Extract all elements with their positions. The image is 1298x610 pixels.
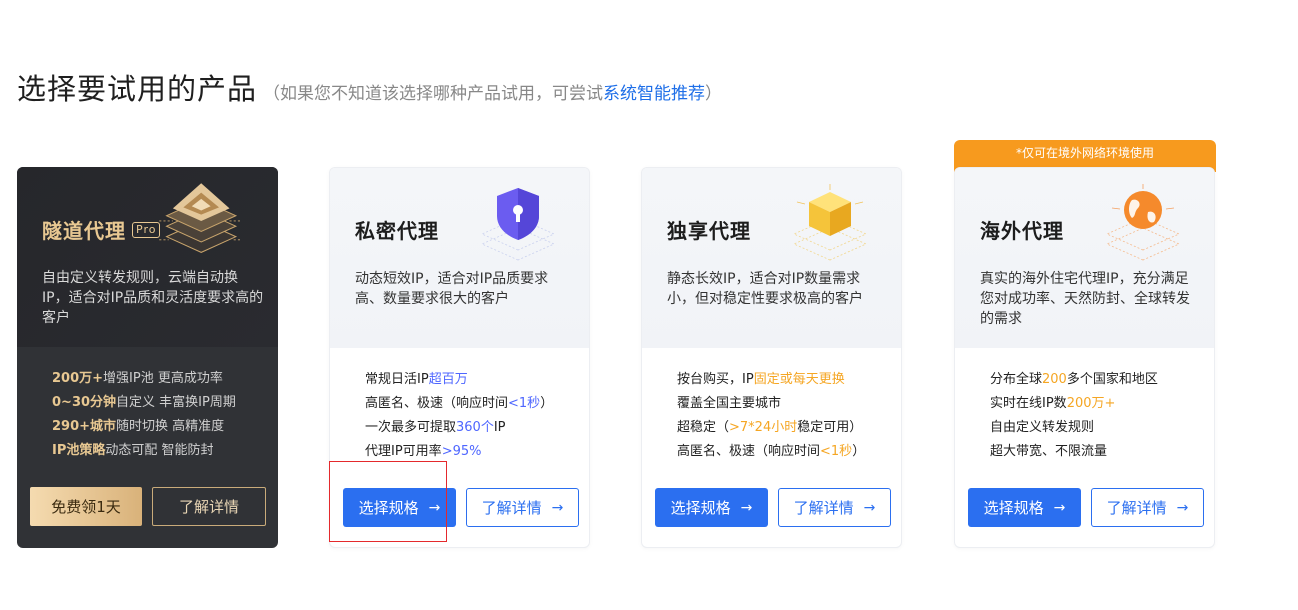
learn-more-button[interactable]: 了解详情 → bbox=[1091, 488, 1204, 527]
arrow-right-icon: → bbox=[863, 499, 876, 516]
card-header: 独享代理 静态长效IP，适合对IP数量需求小，但对稳定性要求极高的客户 bbox=[642, 168, 901, 348]
learn-more-button[interactable]: 了解详情 → bbox=[778, 488, 891, 527]
page-subtitle: （如果您不知道该选择哪种产品试用，可尝试系统智能推荐） bbox=[263, 84, 723, 104]
arrow-right-icon: → bbox=[428, 499, 441, 516]
feature-item: 覆盖全国主要城市 bbox=[677, 396, 782, 411]
arrow-right-icon: → bbox=[1053, 499, 1066, 516]
product-name: 海外代理 bbox=[980, 219, 1064, 243]
product-card-tunnel: 隧道代理 Pro 自由定义转发规则，云端自动换IP，适合对IP品质和灵活度要求高… bbox=[17, 167, 278, 548]
free-trial-button[interactable]: 免费领1天 bbox=[30, 487, 142, 526]
feature-item: 一次最多可提取360个IP bbox=[365, 420, 506, 435]
product-card-exclusive: 独享代理 静态长效IP，适合对IP数量需求小，但对稳定性要求极高的客户 按台购买… bbox=[641, 167, 902, 548]
feature-list: 200万+增强IP池 更高成功率 0~30分钟自定义 丰富换IP周期 290+城… bbox=[52, 367, 236, 463]
feature-item: 290+城市随时切换 高精准度 bbox=[52, 419, 225, 434]
cube-illustration-icon bbox=[793, 184, 867, 261]
learn-more-button[interactable]: 了解详情 → bbox=[466, 488, 579, 527]
feature-item: 0~30分钟自定义 丰富换IP周期 bbox=[52, 395, 236, 410]
feature-item: 按台购买，IP固定或每天更换 bbox=[677, 372, 845, 387]
feature-item: 实时在线IP数200万+ bbox=[990, 396, 1116, 411]
product-desc: 真实的海外住宅代理IP，充分满足您对成功率、天然防封、全球转发的需求 bbox=[980, 271, 1190, 327]
select-spec-button[interactable]: 选择规格 → bbox=[343, 488, 456, 527]
select-spec-button[interactable]: 选择规格 → bbox=[655, 488, 768, 527]
product-card-overseas: 海外代理 真实的海外住宅代理IP，充分满足您对成功率、天然防封、全球转发的需求 … bbox=[954, 167, 1215, 548]
page-title: 选择要试用的产品 bbox=[17, 72, 258, 106]
feature-list: 分布全球200多个国家和地区 实时在线IP数200万+ 自由定义转发规则 超大带… bbox=[990, 368, 1158, 464]
feature-item: 代理IP可用率>95% bbox=[365, 444, 482, 459]
arrow-right-icon: → bbox=[551, 499, 564, 516]
product-desc: 动态短效IP，适合对IP品质要求高、数量要求很大的客户 bbox=[355, 271, 549, 307]
smart-recommend-link[interactable]: 系统智能推荐 bbox=[603, 84, 705, 104]
card-header: 隧道代理 Pro 自由定义转发规则，云端自动换IP，适合对IP品质和灵活度要求高… bbox=[17, 167, 278, 347]
chip-illustration-icon bbox=[159, 183, 240, 253]
learn-more-button[interactable]: 了解详情 bbox=[152, 487, 266, 526]
globe-illustration-icon bbox=[1106, 184, 1180, 261]
product-card-private: 私密代理 动态短效IP，适合对IP品质要求高、数量要求很大的客户 常规日活IP超… bbox=[329, 167, 590, 548]
feature-item: 分布全球200多个国家和地区 bbox=[990, 372, 1158, 387]
product-name: 隧道代理 Pro bbox=[42, 215, 161, 244]
arrow-right-icon: → bbox=[740, 499, 753, 516]
product-desc: 自由定义转发规则，云端自动换IP，适合对IP品质和灵活度要求高的客户 bbox=[42, 270, 264, 326]
feature-item: 200万+增强IP池 更高成功率 bbox=[52, 371, 223, 386]
product-name: 私密代理 bbox=[355, 219, 439, 243]
feature-item: 高匿名、极速（响应时间<1秒） bbox=[365, 396, 554, 411]
feature-item: 超稳定（>7*24小时稳定可用） bbox=[677, 420, 863, 435]
feature-list: 常规日活IP超百万 高匿名、极速（响应时间<1秒） 一次最多可提取360个IP … bbox=[365, 368, 553, 464]
product-desc: 静态长效IP，适合对IP数量需求小，但对稳定性要求极高的客户 bbox=[667, 271, 863, 307]
arrow-right-icon: → bbox=[1176, 499, 1189, 516]
feature-item: 常规日活IP超百万 bbox=[365, 372, 468, 387]
card-header: 私密代理 动态短效IP，适合对IP品质要求高、数量要求很大的客户 bbox=[330, 168, 589, 348]
card-header: 海外代理 真实的海外住宅代理IP，充分满足您对成功率、天然防封、全球转发的需求 bbox=[955, 168, 1214, 348]
feature-list: 按台购买，IP固定或每天更换 覆盖全国主要城市 超稳定（>7*24小时稳定可用）… bbox=[677, 368, 865, 464]
product-name: 独享代理 bbox=[667, 219, 751, 243]
feature-item: 高匿名、极速（响应时间<1秒） bbox=[677, 444, 866, 459]
shield-illustration-icon bbox=[481, 188, 555, 261]
feature-item: IP池策略动态可配 智能防封 bbox=[52, 443, 214, 458]
page-header: 选择要试用的产品 （如果您不知道该选择哪种产品试用，可尝试系统智能推荐） bbox=[17, 66, 722, 108]
select-spec-button[interactable]: 选择规格 → bbox=[968, 488, 1081, 527]
feature-item: 自由定义转发规则 bbox=[990, 420, 1095, 435]
feature-item: 超大带宽、不限流量 bbox=[990, 444, 1108, 459]
